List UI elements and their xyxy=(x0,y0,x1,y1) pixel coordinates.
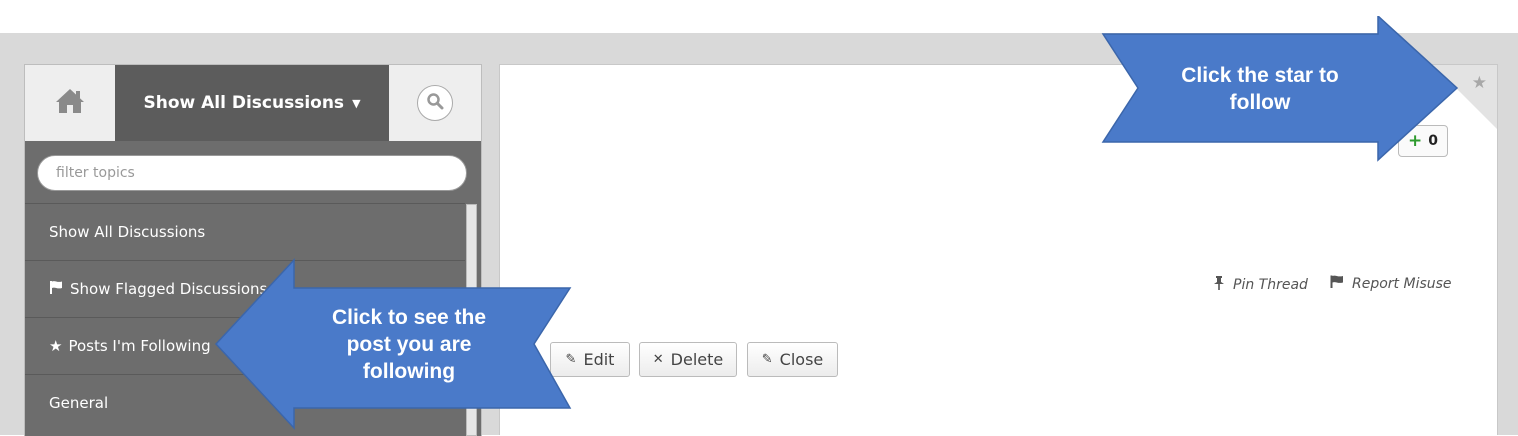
filter-area xyxy=(25,141,481,203)
report-misuse-label: Report Misuse xyxy=(1352,275,1452,292)
close-thread-button[interactable]: ✎ Close xyxy=(747,342,838,377)
search-icon xyxy=(426,92,444,114)
sidebar-item-label: Show All Discussions xyxy=(49,223,206,241)
sidebar-item-show-all[interactable]: Show All Discussions xyxy=(25,203,465,260)
search-button[interactable] xyxy=(417,85,453,121)
edit-label: Edit xyxy=(583,350,615,369)
home-icon xyxy=(54,87,86,119)
following-callout-arrow: Click to see the post you are following xyxy=(214,258,574,430)
filter-topics-input[interactable] xyxy=(37,155,467,191)
close-label: Close xyxy=(779,350,824,369)
chevron-down-icon: ▼ xyxy=(352,96,361,110)
pin-thread-label: Pin Thread xyxy=(1233,276,1308,293)
follow-star-icon[interactable]: ★ xyxy=(1472,73,1487,93)
pencil-icon: ✎ xyxy=(761,352,773,367)
star-icon: ★ xyxy=(49,337,63,355)
delete-button[interactable]: ✕ Delete xyxy=(639,342,737,377)
following-callout-line2: post you are xyxy=(346,333,472,356)
home-button[interactable] xyxy=(25,65,115,141)
following-callout-line1: Click to see the xyxy=(331,306,487,329)
delete-label: Delete xyxy=(670,350,724,369)
report-misuse-link[interactable]: Report Misuse xyxy=(1330,275,1452,292)
pin-icon xyxy=(1213,275,1225,294)
star-callout-line2: follow xyxy=(1229,91,1291,114)
star-callout-arrow: Click the star to follow xyxy=(1100,16,1460,166)
flag-icon xyxy=(49,280,64,298)
flag-icon xyxy=(1330,275,1344,292)
sidebar-header: Show All Discussions ▼ xyxy=(25,65,481,141)
show-all-label: Show All Discussions xyxy=(143,93,345,113)
pin-thread-link[interactable]: Pin Thread xyxy=(1213,275,1308,294)
sidebar-item-label: General xyxy=(49,394,109,412)
show-all-discussions-dropdown[interactable]: Show All Discussions ▼ xyxy=(115,65,389,141)
close-icon: ✕ xyxy=(652,352,664,367)
sidebar-item-label: Posts I'm Following xyxy=(68,337,211,355)
search-area xyxy=(389,65,481,141)
following-callout-line3: following xyxy=(362,360,456,383)
star-callout-line1: Click the star to xyxy=(1181,64,1339,87)
